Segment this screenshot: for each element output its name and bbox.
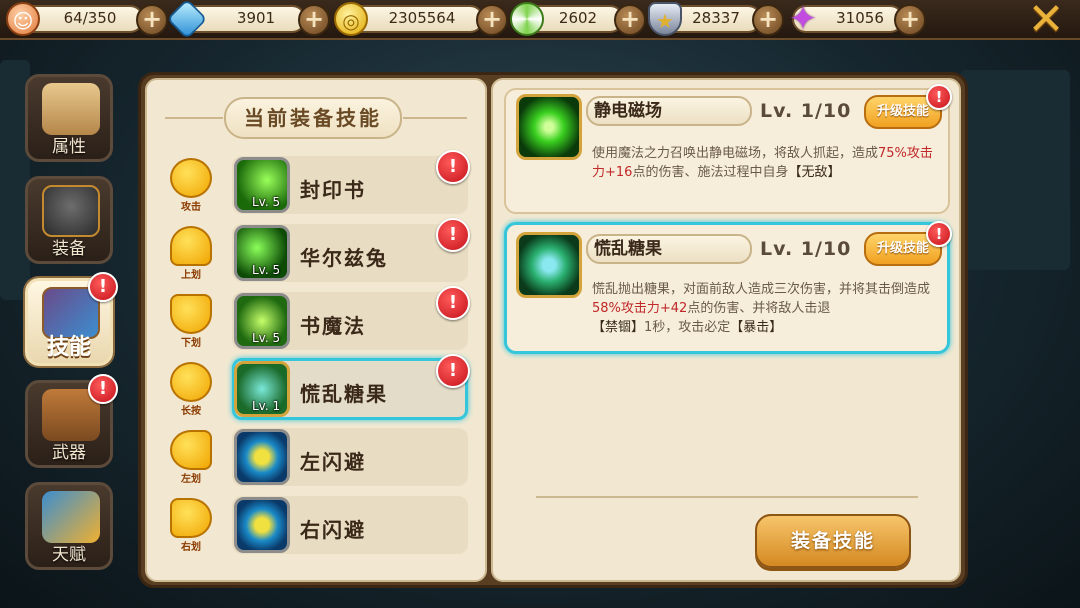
- talent-chart-icon: [42, 491, 100, 543]
- static-field-icon: [516, 94, 582, 160]
- upgrade-alert-icon: !: [926, 221, 952, 247]
- tab-weapons-label: 武器: [52, 443, 86, 463]
- slot-level: Lv. 5: [252, 263, 281, 277]
- tab-attributes-label: 属性: [52, 137, 86, 157]
- add-stamina-button[interactable]: +: [136, 4, 168, 36]
- equipped-skills-title: 当前装备技能: [224, 97, 402, 139]
- scroll-icon: [42, 83, 100, 135]
- arrow-right-icon: [170, 498, 212, 538]
- gesture-label: 下划: [181, 338, 201, 349]
- arrow-down-icon: [170, 294, 212, 334]
- gold-value: 2305564: [388, 9, 456, 27]
- add-gems-button[interactable]: +: [298, 4, 330, 36]
- desc-highlight: +16: [605, 165, 633, 180]
- upgrade-alert-icon: !: [926, 84, 952, 110]
- title-rule-right: [403, 117, 467, 119]
- dodge-right-icon: [234, 497, 290, 553]
- desc-tag: 【无敌】: [788, 165, 841, 180]
- slot-alert-icon: !: [436, 286, 470, 320]
- gesture-label: 左划: [181, 474, 201, 485]
- arrow-up-icon: [170, 226, 212, 266]
- slot-level: Lv. 5: [252, 195, 281, 209]
- tab-equipment-label: 装备: [52, 239, 86, 259]
- stamina-value: 64/350: [63, 9, 117, 27]
- dodge-left-icon: [234, 429, 290, 485]
- desc-tag: 【禁锢】: [592, 320, 645, 335]
- tab-equipment[interactable]: 装备: [25, 176, 113, 264]
- tab-skills-label: 技能: [46, 335, 91, 360]
- helmet-icon: [42, 185, 100, 237]
- equip-skill-button[interactable]: 装备技能: [755, 514, 911, 568]
- desc-text: 使用魔法之力召唤出静电磁场，将敌人抓起，造成: [592, 146, 879, 161]
- gesture-swipe-up: 上划: [166, 226, 216, 282]
- close-icon[interactable]: ✕: [1024, 0, 1068, 42]
- title-rule-left: [165, 117, 223, 119]
- background-building: [960, 70, 1070, 270]
- slot-level: Lv. 1: [252, 399, 281, 413]
- tab-attributes[interactable]: 属性: [25, 74, 113, 162]
- slot-alert-icon: !: [436, 218, 470, 252]
- slot-alert-icon: !: [436, 150, 470, 184]
- skills-tab-alert-icon: !: [88, 272, 118, 302]
- add-gold-button[interactable]: +: [476, 4, 508, 36]
- gesture-label: 上划: [181, 270, 201, 281]
- slot-name: 封印书: [300, 178, 366, 202]
- gesture-attack: 攻击: [166, 158, 216, 214]
- gesture-label: 长按: [181, 406, 201, 417]
- slot-name: 慌乱糖果: [300, 382, 388, 406]
- skill-card-level: Lv. 1/10: [760, 100, 852, 122]
- desc-tag: 【暴击】: [730, 320, 783, 335]
- desc-text: 1秒，攻击必定: [644, 320, 731, 335]
- tab-talents[interactable]: 天赋: [25, 482, 113, 570]
- tab-talents-label: 天赋: [52, 545, 86, 565]
- desc-highlight: 58%攻击力+42: [592, 301, 688, 316]
- desc-highlight: 75%: [878, 146, 907, 161]
- press-icon: [170, 362, 212, 402]
- gesture-label: 攻击: [181, 202, 201, 213]
- add-star-button[interactable]: +: [894, 4, 926, 36]
- pane-divider: [536, 496, 918, 498]
- add-honor-button[interactable]: +: [752, 4, 784, 36]
- skill-card-level: Lv. 1/10: [760, 238, 852, 260]
- skill-card-description: 慌乱抛出糖果，对面前敌人造成三次伤害，并将其击倒造成 58%攻击力+42点的伤害、…: [592, 280, 936, 337]
- resource-bar: ☺ 64/350 + 3901 + ◎ 2305564 + 2602 + ★ 2…: [0, 0, 1080, 42]
- desc-text: 慌乱抛出糖果，对面前敌人造成三次伤害，并将其击倒造成: [592, 282, 931, 297]
- gesture-long-press: 长按: [166, 362, 216, 418]
- gesture-swipe-left: 左划: [166, 430, 216, 486]
- desc-text: 点的伤害、并将敌人击退: [687, 301, 831, 316]
- weapons-tab-alert-icon: !: [88, 374, 118, 404]
- slot-name: 华尔兹兔: [300, 246, 388, 270]
- gesture-swipe-down: 下划: [166, 294, 216, 350]
- skill-card-name: 静电磁场: [586, 96, 752, 126]
- panic-candy-icon: [516, 232, 582, 298]
- gesture-swipe-right: 右划: [166, 498, 216, 554]
- skill-card-name: 慌乱糖果: [586, 234, 752, 264]
- slot-name: 左闪避: [300, 450, 366, 474]
- slot-alert-icon: !: [436, 354, 470, 388]
- arrow-left-icon: [170, 430, 212, 470]
- slot-level: Lv. 5: [252, 331, 281, 345]
- slot-name: 书魔法: [300, 314, 366, 338]
- gesture-label: 右划: [181, 542, 201, 553]
- slot-name: 右闪避: [300, 518, 366, 542]
- add-candy-button[interactable]: +: [614, 4, 646, 36]
- skill-card-description: 使用魔法之力召唤出静电磁场，将敌人抓起，造成75%攻击力+16点的伤害、施法过程…: [592, 144, 936, 182]
- desc-text: 点的伤害、施法过程中自身: [632, 165, 789, 180]
- tap-icon: [170, 158, 212, 198]
